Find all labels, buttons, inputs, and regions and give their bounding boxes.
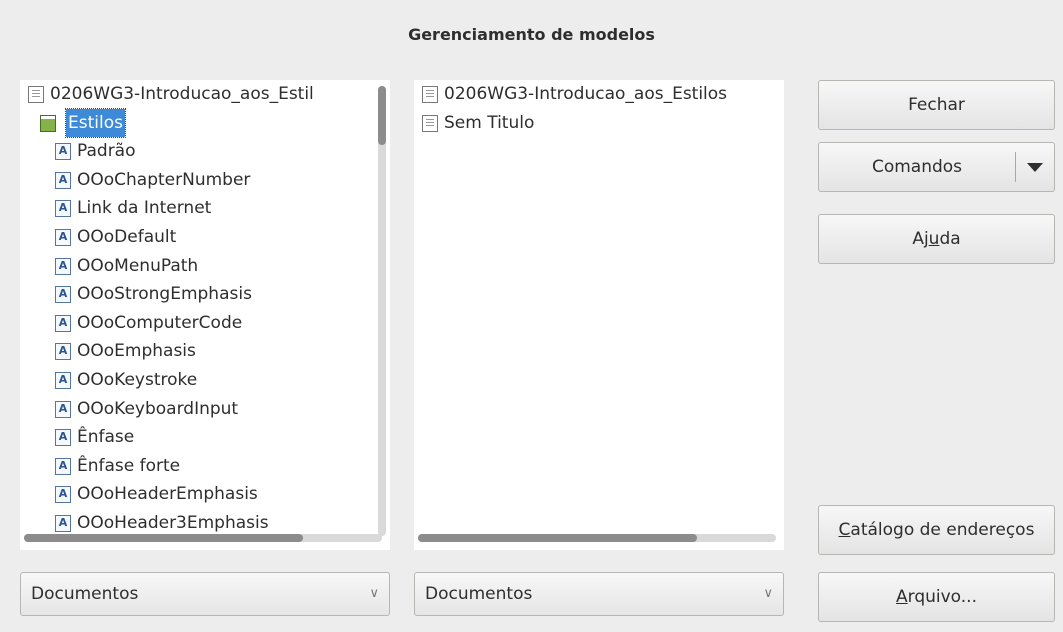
left-vertical-scroll-thumb[interactable] [378,86,386,145]
right-source-value: Documentos [425,584,533,604]
character-style-icon: A [55,400,71,418]
character-style-icon: A [55,457,71,475]
right-horizontal-scrollbar[interactable] [418,534,776,542]
left-vertical-scrollbar[interactable] [378,86,386,536]
right-document-item[interactable]: 0206WG3-Introducao_aos_Estilos [414,80,784,109]
dropdown-arrow-icon[interactable] [1027,163,1043,172]
left-source-selector[interactable]: Documentos ∨ [20,572,390,616]
character-style-icon: A [55,228,71,246]
style-item[interactable]: A OOoDefault [20,223,390,252]
character-style-icon: A [55,200,71,218]
style-item-label: Ênfase [77,427,135,448]
style-item[interactable]: A Ênfase [20,423,390,452]
style-item[interactable]: A OOoHeaderEmphasis [20,480,390,509]
style-item-label: OOoEmphasis [77,341,196,362]
character-style-icon: A [55,486,71,504]
left-document-label: 0206WG3-Introducao_aos_Estil [50,84,314,104]
file-label-accel: A [896,587,908,607]
right-document-item[interactable]: Sem Titulo [414,109,784,138]
style-item-label: OOoKeyboardInput [77,398,239,419]
character-style-icon: A [55,429,71,447]
right-source-selector[interactable]: Documentos ∨ [414,572,784,616]
left-tree: 0206WG3-Introducao_aos_Estil Estilos A Pa… [20,80,390,538]
style-item-label: OOoMenuPath [77,255,199,276]
style-item-label: OOoStrongEmphasis [77,284,252,305]
right-document-label: Sem Titulo [444,112,535,133]
chevron-down-icon: ∨ [763,586,773,601]
document-icon [422,86,438,103]
styles-folder-label: Estilos [65,107,126,139]
character-style-icon: A [55,143,71,161]
commands-separator [1015,152,1016,182]
help-label-end: da [939,229,961,249]
right-horizontal-scroll-thumb[interactable] [418,534,698,542]
character-style-icon: A [55,343,71,361]
style-item-label: OOoHeaderEmphasis [77,484,258,505]
commands-label: Comandos [871,157,963,177]
character-style-icon: A [55,371,71,389]
character-style-icon: A [55,514,71,532]
style-item[interactable]: A OOoKeystroke [20,366,390,395]
style-item-label: Link da Internet [77,198,212,219]
right-document-label: 0206WG3-Introducao_aos_Estilos [444,84,728,104]
address-book-button[interactable]: Catálogo de endereços [818,505,1055,555]
style-item[interactable]: A Ênfase forte [20,452,390,481]
style-item[interactable]: A OOoEmphasis [20,337,390,366]
left-source-value: Documentos [31,584,139,604]
character-style-icon: A [55,314,71,332]
left-horizontal-scroll-thumb[interactable] [24,534,304,542]
style-item[interactable]: A OOoChapterNumber [20,166,390,195]
document-icon [28,86,44,103]
style-item[interactable]: A OOoStrongEmphasis [20,280,390,309]
chevron-down-icon: ∨ [369,586,379,601]
style-item-label: Ênfase forte [77,455,181,476]
help-button[interactable]: Ajuda [818,214,1055,264]
style-item-label: OOoComputerCode [77,312,243,333]
left-template-list[interactable]: 0206WG3-Introducao_aos_Estil Estilos A Pa… [20,80,390,550]
file-button[interactable]: Arquivo... [818,572,1055,622]
address-book-label-accel: C [838,520,851,540]
file-label-rest: rquivo... [907,587,977,607]
commands-button[interactable]: Comandos [818,142,1055,192]
style-item-label: Padrão [77,141,136,162]
style-item-label: OOoChapterNumber [77,169,251,190]
style-item[interactable]: A Padrão [20,137,390,166]
right-tree: 0206WG3-Introducao_aos_Estilos Sem Titulo [414,80,784,137]
character-style-icon: A [55,286,71,304]
styles-folder-item[interactable]: Estilos [20,107,390,139]
address-book-label-rest: atálogo de endereços [850,520,1035,540]
help-label-start: Aj [912,229,929,249]
help-label-accel: u [928,229,940,249]
character-style-icon: A [55,257,71,275]
character-style-icon: A [55,171,71,189]
document-icon [422,114,438,132]
style-item[interactable]: A OOoMenuPath [20,252,390,281]
style-item-label: OOoDefault [77,226,177,247]
right-template-list[interactable]: 0206WG3-Introducao_aos_Estilos Sem Titulo [414,80,784,550]
style-item[interactable]: A Link da Internet [20,194,390,223]
style-item[interactable]: A OOoKeyboardInput [20,395,390,424]
left-document-item[interactable]: 0206WG3-Introducao_aos_Estil [20,80,390,109]
style-item[interactable]: A OOoComputerCode [20,309,390,338]
style-list: A Padrão A OOoChapterNumber A Link da Interne… [20,137,390,537]
style-item-label: OOoKeystroke [77,369,198,390]
styles-folder-icon [40,114,56,132]
close-button[interactable]: Fechar [818,80,1055,130]
dialog-title: Gerenciamento de modelos [408,25,655,44]
template-management-dialog: Gerenciamento de modelos 0206WG3-Introdu… [0,0,1063,632]
left-horizontal-scrollbar[interactable] [24,534,382,542]
